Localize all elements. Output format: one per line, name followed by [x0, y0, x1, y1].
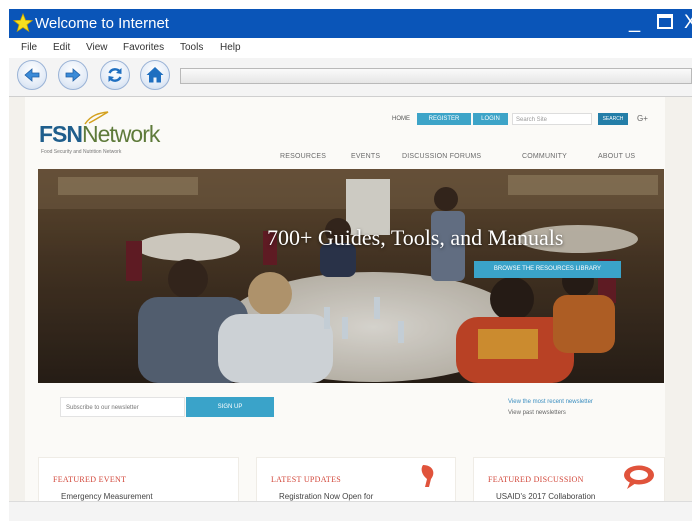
- featured-discussion-card[interactable]: FEATURED DISCUSSION USAID's 2017 Collabo…: [473, 457, 665, 501]
- minimize-button[interactable]: _: [629, 10, 640, 34]
- window-title: Welcome to Internet: [35, 15, 169, 32]
- card-title: FEATURED DISCUSSION: [488, 475, 584, 484]
- nav-home-link[interactable]: HOME: [392, 116, 410, 122]
- hero-banner: 700+ Guides, Tools, and Manuals BROWSE T…: [38, 169, 664, 383]
- refresh-button[interactable]: [100, 60, 130, 90]
- forward-icon: [65, 68, 81, 82]
- menu-help[interactable]: Help: [220, 42, 241, 53]
- nav-community[interactable]: COMMUNITY: [522, 153, 567, 160]
- address-bar[interactable]: [180, 68, 692, 84]
- recent-newsletter-link[interactable]: View the most recent newsletter: [508, 399, 593, 405]
- browser-window: Welcome to Internet _ X File Edit View F…: [0, 0, 692, 521]
- window-left-edge: [0, 0, 9, 520]
- refresh-icon: [108, 68, 122, 82]
- latest-updates-card[interactable]: LATEST UPDATES Registration Now Open for: [256, 457, 456, 501]
- star-icon: [12, 12, 34, 33]
- menu-edit[interactable]: Edit: [53, 42, 70, 53]
- megaphone-icon: [421, 465, 434, 487]
- title-bar: Welcome to Internet _ X: [9, 9, 692, 38]
- status-bar: [9, 501, 692, 521]
- search-button[interactable]: SEARCH: [598, 113, 628, 125]
- back-button[interactable]: [17, 60, 47, 90]
- menu-view[interactable]: View: [86, 42, 108, 53]
- chat-bubble-icon: [624, 465, 654, 489]
- nav-resources[interactable]: RESOURCES: [280, 153, 326, 160]
- past-newsletters-link[interactable]: View past newsletters: [508, 410, 566, 416]
- newsletter-input[interactable]: Subscribe to our newsletter: [60, 397, 185, 417]
- signup-button[interactable]: SIGN UP: [186, 397, 274, 417]
- maximize-button[interactable]: [657, 14, 673, 29]
- card-text[interactable]: Emergency Measurement: [61, 492, 153, 501]
- menu-favorites[interactable]: Favorites: [123, 42, 164, 53]
- card-text[interactable]: Registration Now Open for: [279, 492, 373, 501]
- home-icon: [146, 67, 164, 83]
- menu-bar: File Edit View Favorites Tools Help: [9, 38, 692, 59]
- nav-about-us[interactable]: ABOUT US: [598, 153, 635, 160]
- card-title: LATEST UPDATES: [271, 475, 342, 484]
- hero-title: 700+ Guides, Tools, and Manuals: [267, 225, 564, 250]
- leaf-icon: [84, 111, 109, 125]
- card-title: FEATURED EVENT: [53, 475, 127, 484]
- toolbar: [9, 58, 692, 97]
- menu-file[interactable]: File: [21, 42, 37, 53]
- featured-event-card[interactable]: FEATURED EVENT Emergency Measurement: [38, 457, 239, 501]
- logo-tagline: Food Security and Nutrition Network: [41, 149, 122, 155]
- site-logo[interactable]: FSNNetwork: [39, 121, 160, 148]
- google-plus-link[interactable]: G+: [637, 114, 648, 123]
- menu-tools[interactable]: Tools: [180, 42, 203, 53]
- login-button[interactable]: LOGIN: [473, 113, 508, 125]
- register-button[interactable]: REGISTER: [417, 113, 471, 125]
- nav-discussion-forums[interactable]: DISCUSSION FORUMS: [402, 153, 481, 160]
- browse-library-button[interactable]: BROWSE THE RESOURCES LIBRARY: [474, 261, 621, 278]
- forward-button[interactable]: [58, 60, 88, 90]
- search-input[interactable]: Search Site: [512, 113, 592, 125]
- home-button[interactable]: [140, 60, 170, 90]
- site-page: FSNNetwork Food Security and Nutrition N…: [25, 97, 665, 501]
- back-icon: [24, 68, 40, 82]
- close-button[interactable]: X: [684, 11, 692, 35]
- card-text[interactable]: USAID's 2017 Collaboration: [496, 492, 595, 501]
- nav-events[interactable]: EVENTS: [351, 153, 380, 160]
- web-content: FSNNetwork Food Security and Nutrition N…: [9, 97, 692, 501]
- logo-fsn: FSN: [39, 121, 83, 147]
